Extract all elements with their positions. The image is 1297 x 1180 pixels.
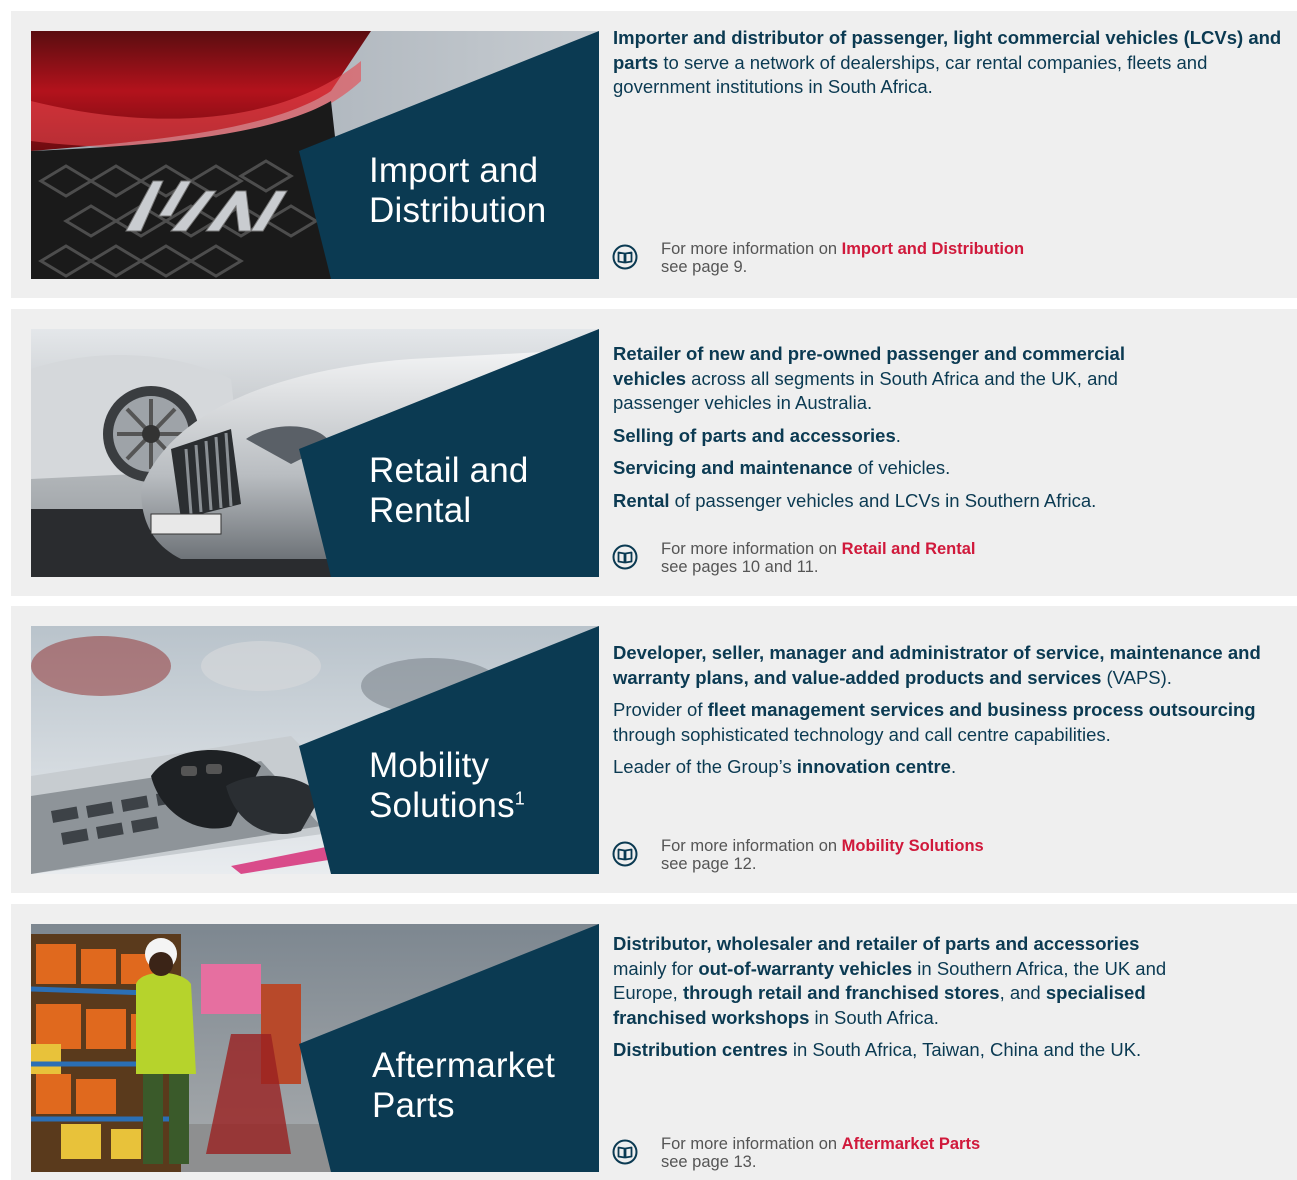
title-line: Mobility xyxy=(369,746,490,785)
info-line: For more information on Import and Distr… xyxy=(661,239,1024,259)
info-page-ref: see page 13. xyxy=(661,1153,757,1171)
body-text: of passenger vehicles and LCVs in Southe… xyxy=(669,489,1097,511)
bold-text: out-of-warranty vehicles xyxy=(698,957,913,979)
body-text: mainly for xyxy=(613,957,699,979)
info-link[interactable]: Retail and Rental xyxy=(842,540,976,558)
info-link[interactable]: Import and Distribution xyxy=(842,240,1024,258)
book-icon xyxy=(612,544,638,570)
paragraph: Distributor, wholesaler and retailer of … xyxy=(613,932,1193,1030)
body-text: , and xyxy=(999,982,1046,1003)
section-retail-rental: Retail and Rental Retailer of new and pr… xyxy=(11,309,1297,596)
paragraph: Servicing and maintenance of vehicles. xyxy=(613,456,1193,481)
section-aftermarket-parts: Aftermarket Parts Distributor, wholesale… xyxy=(11,904,1297,1180)
more-info: For more information on Aftermarket Part… xyxy=(612,1134,1212,1174)
more-info: For more information on Retail and Renta… xyxy=(612,539,1212,579)
bold-text: Selling of parts and accessories xyxy=(613,424,896,446)
section-title: Retail and Rental xyxy=(369,451,529,531)
info-prefix: For more information on xyxy=(661,837,842,855)
section-description: Retailer of new and pre-owned passenger … xyxy=(613,342,1193,521)
book-icon xyxy=(612,841,638,867)
calculator-keys-image: Mobility Solutions1 xyxy=(31,626,599,874)
section-description: Distributor, wholesaler and retailer of … xyxy=(613,932,1193,1071)
mercedes-car-image: Retail and Rental xyxy=(31,329,599,577)
title-line: Solutions1 xyxy=(369,786,525,826)
paragraph: Provider of fleet management services an… xyxy=(613,698,1293,747)
info-line: For more information on Aftermarket Part… xyxy=(661,1134,980,1154)
paragraph: Retailer of new and pre-owned passenger … xyxy=(613,342,1193,416)
title-line: Rental xyxy=(369,491,472,530)
body-text: Leader of the Group’s xyxy=(613,756,797,777)
section-description: Developer, seller, manager and administr… xyxy=(613,641,1293,788)
section-title: Import and Distribution xyxy=(369,151,546,231)
title-line: Aftermarket xyxy=(372,1046,556,1085)
bold-text: fleet management services and business p… xyxy=(707,699,1256,720)
kia-grille-image: Import and Distribution xyxy=(31,31,599,279)
body-text: in South Africa. xyxy=(809,1006,939,1028)
body-text: in South Africa, Taiwan, China and the U… xyxy=(787,1039,1142,1060)
info-link[interactable]: Aftermarket Parts xyxy=(842,1135,980,1153)
body-text: (VAPS). xyxy=(1101,666,1172,688)
body-text: to serve a network of dealerships, car r… xyxy=(613,51,1208,98)
book-icon xyxy=(612,244,638,270)
info-page-ref: see page 9. xyxy=(661,258,748,276)
paragraph: Distribution centres in South Africa, Ta… xyxy=(613,1038,1193,1063)
title-line: Import and xyxy=(369,151,539,190)
title-line: Parts xyxy=(372,1086,455,1125)
more-info: For more information on Import and Distr… xyxy=(612,239,1212,279)
section-title: Aftermarket Parts xyxy=(372,1046,555,1126)
info-prefix: For more information on xyxy=(661,1135,842,1153)
paragraph: Rental of passenger vehicles and LCVs in… xyxy=(613,489,1193,514)
book-icon xyxy=(612,1139,638,1165)
body-text: of vehicles. xyxy=(852,457,951,478)
body-text: . xyxy=(895,424,901,446)
info-line: For more information on Retail and Renta… xyxy=(661,539,976,559)
warehouse-image: Aftermarket Parts xyxy=(31,924,599,1172)
paragraph: Selling of parts and accessories. xyxy=(613,424,1193,449)
title-line: Retail and xyxy=(369,451,529,490)
more-info: For more information on Mobility Solutio… xyxy=(612,836,1212,876)
body-text: . xyxy=(950,756,957,777)
paragraph: Leader of the Group’s innovation centre. xyxy=(613,755,1293,780)
bold-text: through retail and franchised stores xyxy=(682,982,1000,1003)
section-title: Mobility Solutions1 xyxy=(369,746,525,826)
footnote-marker: 1 xyxy=(514,788,526,809)
body-text: Provider of xyxy=(613,699,708,720)
title-text: Solutions xyxy=(369,786,515,825)
info-page-ref: see page 12. xyxy=(661,855,757,873)
paragraph: Importer and distributor of passenger, l… xyxy=(613,26,1297,100)
info-prefix: For more information on xyxy=(661,240,842,258)
body-text: across all segments in South Africa and … xyxy=(613,367,1118,414)
bold-text: innovation centre xyxy=(796,756,951,777)
info-page-ref: see pages 10 and 11. xyxy=(661,558,819,576)
section-mobility-solutions: Mobility Solutions1 Developer, seller, m… xyxy=(11,606,1297,893)
section-import-distribution: Import and Distribution Importer and dis… xyxy=(11,11,1297,298)
title-line: Distribution xyxy=(369,191,547,230)
bold-text: Distributor, wholesaler and retailer of … xyxy=(613,933,1140,954)
body-text: through sophisticated technology and cal… xyxy=(613,723,1111,745)
bold-text: Servicing and maintenance xyxy=(613,457,853,478)
section-description: Importer and distributor of passenger, l… xyxy=(613,26,1297,108)
info-prefix: For more information on xyxy=(661,540,842,558)
bold-text: Distribution centres xyxy=(613,1039,788,1060)
info-line: For more information on Mobility Solutio… xyxy=(661,836,984,856)
info-link[interactable]: Mobility Solutions xyxy=(842,837,984,855)
bold-text: Rental xyxy=(613,489,670,511)
paragraph: Developer, seller, manager and administr… xyxy=(613,641,1293,690)
